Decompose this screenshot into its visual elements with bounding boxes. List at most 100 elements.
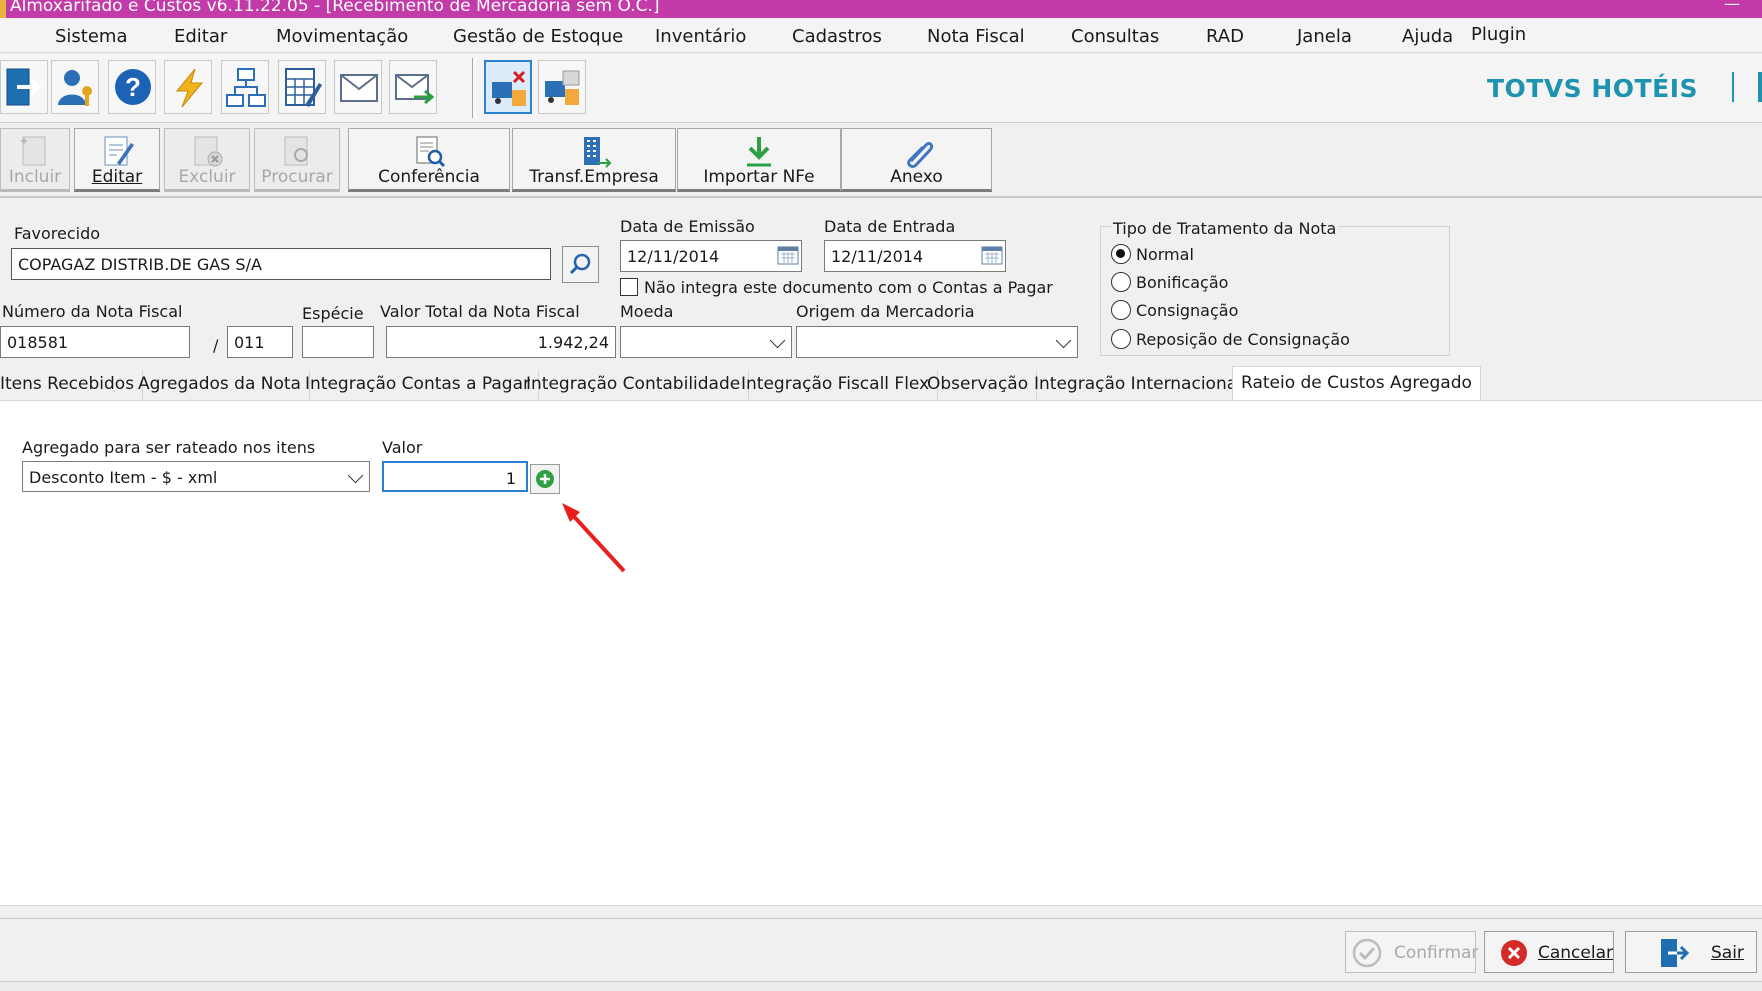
incluir-label: Incluir bbox=[8, 167, 62, 187]
moeda-select[interactable] bbox=[620, 326, 792, 358]
serie-input[interactable]: 011 bbox=[227, 326, 293, 358]
excluir-button[interactable]: Excluir bbox=[164, 128, 250, 192]
tab-strip: Itens Recebidos Agregados da Nota Integr… bbox=[0, 366, 1762, 402]
calendar-icon[interactable] bbox=[981, 245, 1003, 265]
menu-bar: Sistema Editar Movimentação Gestão de Es… bbox=[0, 20, 1762, 53]
chevron-down-icon bbox=[347, 467, 364, 484]
plus-circle-icon bbox=[536, 470, 554, 488]
network-icon bbox=[226, 68, 266, 107]
anexo-label: Anexo bbox=[890, 167, 943, 187]
building-transfer-icon bbox=[584, 137, 612, 168]
especie-label: Espécie bbox=[302, 304, 364, 323]
menu-inventario[interactable]: Inventário bbox=[655, 26, 746, 47]
valor-label: Valor bbox=[382, 438, 423, 457]
title-bar: Almoxarifado e Custos v6.11.22.05 - [Rec… bbox=[0, 0, 1762, 18]
tab-itens-recebidos[interactable]: Itens Recebidos bbox=[0, 370, 144, 400]
edit-document-icon bbox=[104, 136, 134, 166]
brand-divider bbox=[1732, 72, 1734, 102]
help-icon: ? bbox=[115, 69, 151, 105]
search-icon bbox=[569, 253, 591, 275]
brand-divider bbox=[1758, 72, 1762, 102]
menu-nota-fiscal[interactable]: Nota Fiscal bbox=[927, 26, 1025, 47]
user-key-toolbar-button[interactable] bbox=[51, 60, 99, 114]
help-toolbar-button[interactable]: ? bbox=[108, 60, 156, 114]
menu-janela[interactable]: Janela bbox=[1297, 26, 1352, 47]
paperclip-icon bbox=[906, 142, 933, 168]
user-key-icon bbox=[58, 70, 92, 106]
editar-label: Editar bbox=[91, 167, 143, 187]
truck-boxes-toolbar-button[interactable] bbox=[538, 60, 586, 114]
sair-button[interactable]: Sair bbox=[1625, 931, 1757, 973]
menu-gestao-estoque[interactable]: Gestão de Estoque bbox=[453, 26, 623, 47]
conferencia-label: Conferência bbox=[378, 167, 480, 187]
exit-icon bbox=[6, 68, 43, 106]
especie-input[interactable] bbox=[302, 326, 374, 358]
valor-total-input[interactable]: 1.942,24 bbox=[386, 326, 616, 358]
confirmar-button[interactable]: Confirmar bbox=[1345, 931, 1479, 973]
valor-input[interactable]: 1 bbox=[382, 461, 528, 492]
tab-rateio-custos-agregado[interactable]: Rateio de Custos Agregado bbox=[1232, 366, 1481, 402]
radio-consignacao-label: Consignação bbox=[1136, 301, 1239, 320]
transf-empresa-button[interactable]: Transf.Empresa bbox=[512, 128, 676, 192]
data-entrada-input[interactable]: 12/11/2014 bbox=[824, 240, 1006, 272]
numero-nf-input[interactable]: 018581 bbox=[0, 326, 190, 358]
mail-forward-toolbar-button[interactable] bbox=[389, 60, 437, 114]
radio-bonificacao-label: Bonificação bbox=[1136, 273, 1229, 292]
mail-toolbar-button[interactable] bbox=[334, 60, 382, 114]
lightning-icon bbox=[175, 68, 204, 108]
search-document-icon bbox=[284, 136, 308, 166]
cancel-x-icon bbox=[1501, 940, 1527, 966]
add-rateio-button[interactable] bbox=[530, 464, 560, 494]
chevron-down-icon bbox=[769, 332, 786, 349]
favorecido-search-button[interactable] bbox=[562, 246, 599, 283]
calculator-toolbar-button[interactable] bbox=[278, 60, 326, 114]
truck-cancel-toolbar-button[interactable] bbox=[484, 60, 532, 114]
tab-agregados-da-nota[interactable]: Agregados da Nota bbox=[130, 370, 310, 400]
importar-nfe-label: Importar NFe bbox=[703, 167, 815, 187]
conferencia-button[interactable]: Conferência bbox=[348, 128, 510, 192]
annotation-arrow bbox=[562, 503, 626, 573]
menu-consultas[interactable]: Consultas bbox=[1071, 26, 1159, 47]
new-document-icon bbox=[21, 136, 46, 166]
radio-normal[interactable] bbox=[1111, 244, 1131, 264]
menu-rad[interactable]: RAD bbox=[1206, 26, 1244, 47]
radio-reposicao-consignacao[interactable] bbox=[1111, 329, 1131, 349]
procurar-button[interactable]: Procurar bbox=[254, 128, 340, 192]
lightning-toolbar-button[interactable] bbox=[164, 60, 212, 114]
agregado-select[interactable]: Desconto Item - $ - xml bbox=[22, 461, 370, 492]
incluir-button[interactable]: Incluir bbox=[0, 128, 70, 192]
menu-cadastros[interactable]: Cadastros bbox=[792, 26, 882, 47]
menu-movimentacao[interactable]: Movimentação bbox=[276, 26, 408, 47]
exit-toolbar-button[interactable] bbox=[0, 60, 48, 114]
main-toolbar: ? TOTVS HOTÉIS bbox=[0, 54, 1762, 123]
editar-button[interactable]: Editar bbox=[74, 128, 160, 192]
menu-ajuda[interactable]: Ajuda bbox=[1402, 26, 1453, 47]
calendar-icon[interactable] bbox=[777, 245, 799, 265]
tab-integracao-contabilidade[interactable]: Integração Contabilidade bbox=[518, 370, 750, 400]
minimize-button[interactable]: — bbox=[1724, 0, 1740, 12]
confirmar-label: Confirmar bbox=[1394, 943, 1479, 963]
nao-integra-checkbox[interactable] bbox=[620, 278, 638, 296]
tab-observacao[interactable]: Observação bbox=[919, 370, 1038, 400]
menu-editar[interactable]: Editar bbox=[174, 26, 227, 47]
cancelar-button[interactable]: Cancelar bbox=[1484, 931, 1614, 973]
data-emissao-input[interactable]: 12/11/2014 bbox=[620, 240, 802, 272]
toolbar-separator bbox=[472, 58, 476, 118]
network-toolbar-button[interactable] bbox=[221, 60, 269, 114]
truck-boxes-icon bbox=[545, 70, 580, 105]
favorecido-input[interactable]: COPAGAZ DISTRIB.DE GAS S/A bbox=[11, 248, 551, 280]
check-circle-icon bbox=[1352, 938, 1382, 968]
menu-sistema[interactable]: Sistema bbox=[55, 26, 128, 47]
tab-integracao-fiscall-flex[interactable]: Integração Fiscall Flex bbox=[733, 370, 939, 400]
tab-integracao-contas-pagar[interactable]: Integração Contas a Pagar bbox=[297, 370, 539, 400]
anexo-button[interactable]: Anexo bbox=[841, 128, 992, 192]
importar-nfe-button[interactable]: Importar NFe bbox=[677, 128, 841, 192]
radio-consignacao[interactable] bbox=[1111, 300, 1131, 320]
origem-select[interactable] bbox=[796, 326, 1078, 358]
tab-integracao-internacional[interactable]: Integração Internacional bbox=[1026, 370, 1251, 400]
radio-reposicao-label: Reposição de Consignação bbox=[1136, 330, 1350, 349]
window-title: Almoxarifado e Custos v6.11.22.05 - [Rec… bbox=[10, 0, 660, 16]
procurar-label: Procurar bbox=[261, 167, 333, 187]
radio-bonificacao[interactable] bbox=[1111, 272, 1131, 292]
menu-plugin[interactable]: Plugin bbox=[1471, 24, 1526, 45]
